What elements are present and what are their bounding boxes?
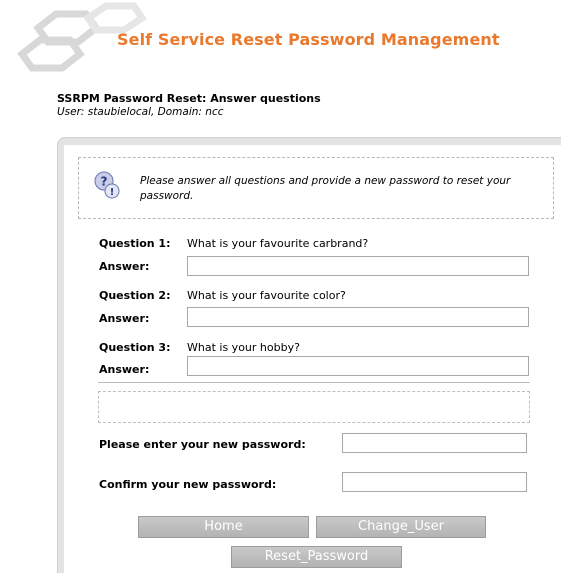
question-1-label: Question 1: xyxy=(99,237,171,250)
confirm-password-label: Confirm your new password: xyxy=(99,478,277,491)
question-2-text: What is your favourite color? xyxy=(187,289,346,302)
question-2-label: Question 2: xyxy=(99,289,171,302)
confirm-password-input[interactable] xyxy=(342,472,527,492)
ssrpm-page: Self Service Reset Password Management S… xyxy=(0,0,561,573)
answer-2-label: Answer: xyxy=(99,312,150,325)
app-title: Self Service Reset Password Management xyxy=(117,30,500,49)
question-3-text: What is your hobby? xyxy=(187,341,300,354)
question-1-text: What is your favourite carbrand? xyxy=(187,237,369,250)
new-password-label: Please enter your new password: xyxy=(99,438,306,451)
page-heading: SSRPM Password Reset: Answer questions xyxy=(57,92,321,105)
home-button[interactable]: Home xyxy=(138,516,309,538)
info-message: Please answer all questions and provide … xyxy=(140,175,511,202)
question-3-label: Question 3: xyxy=(99,341,171,354)
answer-1-label: Answer: xyxy=(99,260,150,273)
new-password-input[interactable] xyxy=(342,433,527,453)
user-domain-info: User: staubielocal, Domain: ncc xyxy=(57,106,224,118)
status-message-box xyxy=(98,391,530,423)
reset-password-button[interactable]: Reset_Password xyxy=(231,546,402,568)
svg-text:!: ! xyxy=(110,187,115,198)
answer-1-input[interactable] xyxy=(187,256,529,276)
answer-3-input[interactable] xyxy=(187,356,529,376)
answer-2-input[interactable] xyxy=(187,307,529,327)
change-user-button[interactable]: Change_User xyxy=(316,516,486,538)
divider xyxy=(98,382,530,383)
help-icon: ? ! xyxy=(94,171,120,199)
answer-3-label: Answer: xyxy=(99,363,150,376)
